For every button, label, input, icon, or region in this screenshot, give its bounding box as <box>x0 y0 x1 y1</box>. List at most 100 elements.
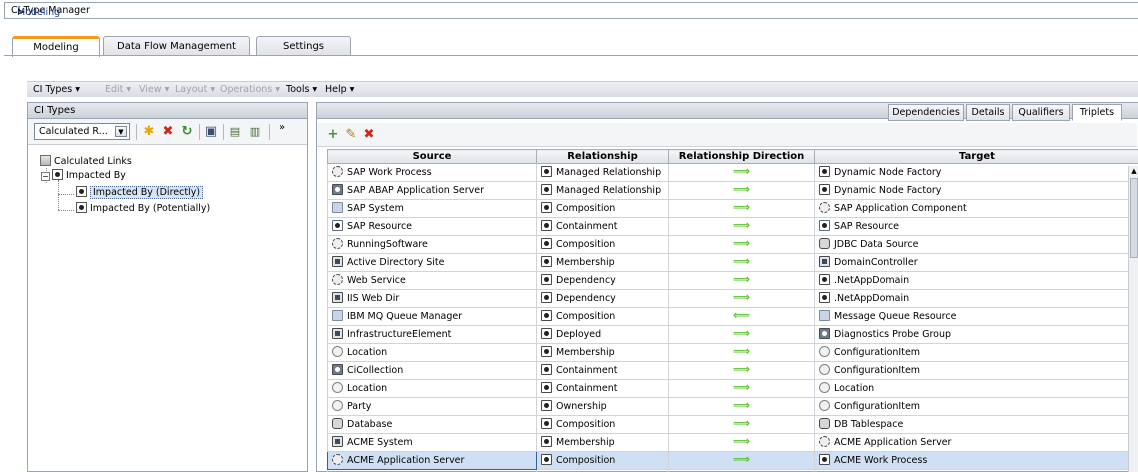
table-row[interactable]: ACME Application Server Composition ⟹ ACME … <box>327 451 1138 470</box>
cell-relationship[interactable]: Ownership <box>536 397 669 416</box>
cell-direction[interactable]: ⟹ <box>668 343 815 362</box>
cell-source[interactable]: ACME Application Server <box>327 451 537 470</box>
tab-qualifiers[interactable]: Qualifiers <box>1012 104 1070 121</box>
tab-data-flow-management[interactable]: Data Flow Management <box>103 36 250 56</box>
cell-source[interactable]: CiCollection <box>327 361 537 380</box>
tree-node-impacted-by-directly[interactable]: Impacted By (Directly) <box>76 186 204 200</box>
column-header-target[interactable]: Target <box>814 149 1138 164</box>
table-row[interactable]: ACME System Membership ⟹ ACME Application S… <box>327 433 1138 452</box>
table-row[interactable]: Party Ownership ⟹ ConfigurationItem <box>327 397 1138 416</box>
table-row[interactable]: IBM MQ Queue Manager Composition ⟸ Message … <box>327 307 1138 326</box>
menu-layout[interactable]: Layout ▾ <box>175 84 215 95</box>
cell-relationship[interactable]: Composition <box>536 415 669 434</box>
table-row[interactable]: SAP ABAP Application Server Managed Relat… <box>327 181 1138 200</box>
cell-direction[interactable]: ⟹ <box>668 397 815 416</box>
tab-settings[interactable]: Settings <box>256 36 351 56</box>
column-header-relationship[interactable]: Relationship <box>536 149 669 164</box>
cell-direction[interactable]: ⟹ <box>668 325 815 344</box>
table-row[interactable]: Database Composition ⟹ DB Tablespace <box>327 415 1138 434</box>
cell-relationship[interactable]: Dependency <box>536 271 669 290</box>
add-icon[interactable]: + <box>325 127 341 143</box>
tab-dependencies[interactable]: Dependencies <box>888 104 964 121</box>
cell-target[interactable]: ConfigurationItem <box>814 343 1138 362</box>
import-icon[interactable]: ▥ <box>248 125 262 139</box>
cell-source[interactable]: IIS Web Dir <box>327 289 537 308</box>
refresh-icon[interactable]: ↻ <box>180 125 194 139</box>
cell-source[interactable]: Web Service <box>327 271 537 290</box>
cell-source[interactable]: Party <box>327 397 537 416</box>
tab-details[interactable]: Details <box>966 104 1010 121</box>
cell-relationship[interactable]: Deployed <box>536 325 669 344</box>
cell-target[interactable]: Dynamic Node Factory <box>814 181 1138 200</box>
delete-icon[interactable]: ✖ <box>161 125 175 139</box>
menu-ci-types[interactable]: CI Types ▾ <box>33 84 80 95</box>
cell-target[interactable]: .NetAppDomain <box>814 289 1138 308</box>
vertical-scrollbar[interactable]: ▲ <box>1128 166 1138 472</box>
cell-relationship[interactable]: Managed Relationship <box>536 181 669 200</box>
table-row[interactable]: SAP System Composition ⟹ SAP Application Co… <box>327 199 1138 218</box>
cell-source[interactable]: Active Directory Site <box>327 253 537 272</box>
cell-direction[interactable]: ⟹ <box>668 361 815 380</box>
tree-node-impacted-by[interactable]: Impacted By <box>52 169 126 183</box>
cell-source[interactable]: ACME System <box>327 433 537 452</box>
tree-node-calculated-links[interactable]: Calculated Links <box>40 155 132 169</box>
cell-direction[interactable]: ⟹ <box>668 181 815 200</box>
cell-target[interactable]: Dynamic Node Factory <box>814 163 1138 182</box>
cell-target[interactable]: ConfigurationItem <box>814 397 1138 416</box>
table-row[interactable]: Location Membership ⟹ ConfigurationItem <box>327 343 1138 362</box>
cell-relationship[interactable]: Dependency <box>536 289 669 308</box>
table-row[interactable]: Active Directory Site Membership ⟹ DomainCo… <box>327 253 1138 272</box>
overflow-icon[interactable]: » <box>275 121 289 135</box>
cell-target[interactable]: Message Queue Resource <box>814 307 1138 326</box>
tab-triplets[interactable]: Triplets <box>1072 104 1122 121</box>
table-row[interactable]: RunningSoftware Composition ⟹ JDBC Data Sou… <box>327 235 1138 254</box>
cell-target[interactable]: ConfigurationItem <box>814 361 1138 380</box>
collapse-icon[interactable]: − <box>41 172 50 181</box>
cell-direction[interactable]: ⟹ <box>668 217 815 236</box>
cell-direction[interactable]: ⟹ <box>668 235 815 254</box>
cell-direction[interactable]: ⟹ <box>668 289 815 308</box>
cell-source[interactable]: SAP System <box>327 199 537 218</box>
cell-source[interactable]: IBM MQ Queue Manager <box>327 307 537 326</box>
cell-relationship[interactable]: Membership <box>536 433 669 452</box>
menu-view[interactable]: View ▾ <box>139 84 169 95</box>
cell-direction[interactable]: ⟹ <box>668 271 815 290</box>
cell-target[interactable]: ACME Work Process <box>814 451 1138 470</box>
scroll-thumb[interactable] <box>1130 178 1138 258</box>
tree-node-impacted-by-potentially[interactable]: Impacted By (Potentially) <box>76 202 210 216</box>
ci-types-combo[interactable]: Calculated R... ▼ <box>34 123 130 140</box>
export-icon[interactable]: ▤ <box>228 125 242 139</box>
cell-direction[interactable]: ⟸ <box>668 307 815 326</box>
cell-direction[interactable]: ⟹ <box>668 199 815 218</box>
tab-modeling[interactable]: Modeling <box>12 36 100 57</box>
menu-tools[interactable]: Tools ▾ <box>286 84 317 95</box>
table-row[interactable]: CiCollection Containment ⟹ ConfigurationIte… <box>327 361 1138 380</box>
table-row[interactable]: Location Containment ⟹ Location <box>327 379 1138 398</box>
cell-relationship[interactable]: Composition <box>536 235 669 254</box>
cell-target[interactable]: JDBC Data Source <box>814 235 1138 254</box>
column-header-relationship-direction[interactable]: Relationship Direction <box>668 149 815 164</box>
table-row[interactable]: InfrastructureElement Deployed ⟹ Diagnostic… <box>327 325 1138 344</box>
cell-relationship[interactable]: Containment <box>536 217 669 236</box>
cell-target[interactable]: Diagnostics Probe Group <box>814 325 1138 344</box>
scroll-up-icon[interactable]: ▲ <box>1129 166 1138 176</box>
cell-target[interactable]: Location <box>814 379 1138 398</box>
asterisk-icon[interactable]: ✱ <box>142 125 156 139</box>
cell-relationship[interactable]: Containment <box>536 379 669 398</box>
cell-relationship[interactable]: Composition <box>536 199 669 218</box>
cell-direction[interactable]: ⟹ <box>668 253 815 272</box>
cell-direction[interactable]: ⟹ <box>668 433 815 452</box>
cell-target[interactable]: DB Tablespace <box>814 415 1138 434</box>
cell-relationship[interactable]: Managed Relationship <box>536 163 669 182</box>
cell-source[interactable]: RunningSoftware <box>327 235 537 254</box>
remove-icon[interactable]: ✖ <box>361 127 377 143</box>
cell-source[interactable]: SAP Resource <box>327 217 537 236</box>
cell-direction[interactable]: ⟹ <box>668 415 815 434</box>
cell-source[interactable]: SAP Work Process <box>327 163 537 182</box>
menu-operations[interactable]: Operations ▾ <box>220 84 280 95</box>
cell-source[interactable]: Location <box>327 379 537 398</box>
cell-relationship[interactable]: Membership <box>536 343 669 362</box>
cell-source[interactable]: SAP ABAP Application Server <box>327 181 537 200</box>
cell-target[interactable]: .NetAppDomain <box>814 271 1138 290</box>
table-row[interactable]: Web Service Dependency ⟹ .NetAppDomain <box>327 271 1138 290</box>
